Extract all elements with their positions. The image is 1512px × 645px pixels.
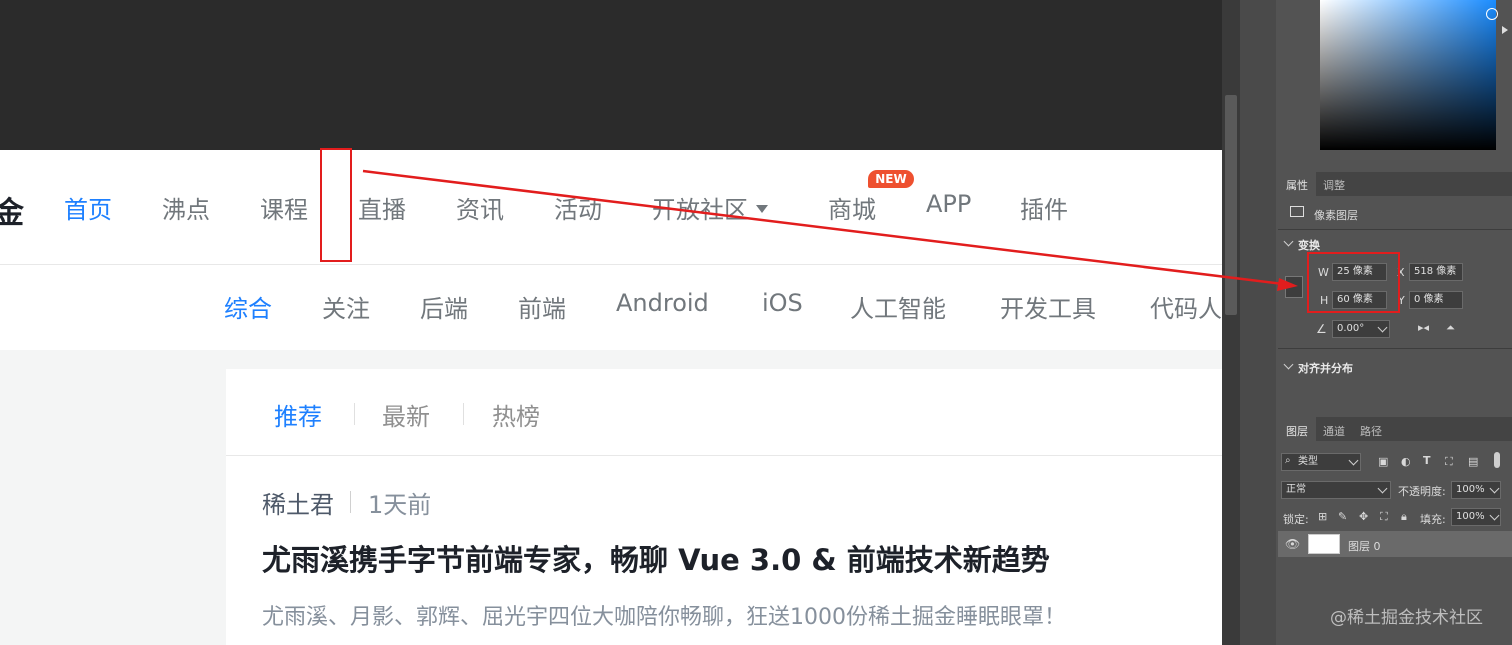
nav-item-plugins[interactable]: 插件 bbox=[1020, 190, 1068, 225]
tab-latest[interactable]: 最新 bbox=[382, 397, 430, 432]
category-devtools[interactable]: 开发工具 bbox=[1000, 289, 1096, 324]
blend-mode-select[interactable]: 正常 bbox=[1281, 481, 1391, 499]
panel-divider bbox=[1278, 229, 1512, 230]
tab-channels[interactable]: 通道 bbox=[1323, 423, 1345, 439]
tab-hot[interactable]: 热榜 bbox=[492, 397, 540, 432]
transform-section-title[interactable]: 变换 bbox=[1298, 237, 1320, 253]
article-feed: 推荐 最新 热榜 稀土君 1天前 尤雨溪携手字节前端专家，畅聊 Vue 3.0 … bbox=[226, 369, 1222, 645]
flip-horizontal-icon[interactable]: ▸◂ bbox=[1418, 321, 1429, 334]
meta-divider bbox=[350, 491, 351, 513]
tab-layers[interactable]: 图层 bbox=[1286, 423, 1308, 439]
category-nav: 综合 关注 后端 前端 Android iOS 人工智能 开发工具 代码人 bbox=[0, 265, 1222, 350]
lock-all-icon[interactable]: 🔒︎ bbox=[1401, 510, 1407, 524]
layer-type-label: 像素图层 bbox=[1314, 209, 1358, 222]
nav-item-events[interactable]: 活动 bbox=[554, 190, 602, 225]
article-abstract[interactable]: 尤雨溪、月影、郭辉、屈光宇四位大咖陪你畅聊，狂送1000份稀土掘金睡眠眼罩！ bbox=[262, 599, 1066, 631]
align-section-title[interactable]: 对齐并分布 bbox=[1298, 360, 1353, 376]
filter-smart-object-icon[interactable]: ▤ bbox=[1468, 455, 1478, 468]
tab-paths[interactable]: 路径 bbox=[1360, 423, 1382, 439]
web-page: 金 首页 沸点 课程 直播 资讯 活动 开放社区 商城 NEW APP 插件 综… bbox=[0, 150, 1222, 645]
category-backend[interactable]: 后端 bbox=[420, 289, 468, 324]
eye-icon[interactable]: 👁︎ bbox=[1285, 537, 1300, 551]
tab-divider bbox=[463, 403, 464, 425]
fill-label: 填充: bbox=[1420, 513, 1446, 526]
scrollbar-thumb[interactable] bbox=[1225, 95, 1237, 315]
nav-item-live[interactable]: 直播 bbox=[358, 190, 406, 225]
pixel-layer-icon bbox=[1290, 206, 1304, 217]
caret-down-icon bbox=[756, 205, 768, 213]
nav-item-home[interactable]: 首页 bbox=[64, 190, 112, 225]
annotation-highlight-box bbox=[1307, 252, 1400, 313]
hue-slider-marker[interactable] bbox=[1502, 26, 1508, 34]
layer-filter-select[interactable]: 类型 bbox=[1281, 453, 1361, 471]
site-logo[interactable]: 金 bbox=[0, 188, 24, 232]
main-nav: 金 首页 沸点 课程 直播 资讯 活动 开放社区 商城 NEW APP 插件 bbox=[0, 150, 1222, 265]
lock-position-icon[interactable]: ✥ bbox=[1359, 510, 1368, 523]
lock-transparent-icon[interactable]: ⊞ bbox=[1318, 510, 1327, 523]
watermark: @稀土掘金技术社区 bbox=[1330, 608, 1483, 628]
filter-toggle-icon[interactable] bbox=[1494, 452, 1500, 468]
link-icon[interactable] bbox=[1285, 276, 1303, 298]
category-all[interactable]: 综合 bbox=[224, 289, 272, 324]
category-ai[interactable]: 人工智能 bbox=[850, 289, 946, 324]
layer-name[interactable]: 图层 0 bbox=[1348, 538, 1381, 554]
filter-adjustment-icon[interactable]: ◐ bbox=[1401, 455, 1411, 468]
nav-item-app[interactable]: APP bbox=[926, 190, 971, 218]
article-time: 1天前 bbox=[368, 491, 432, 519]
y-field[interactable]: 0 像素 bbox=[1409, 291, 1463, 309]
tab-adjustments[interactable]: 调整 bbox=[1323, 177, 1345, 193]
lock-artboard-icon[interactable]: ⛶ bbox=[1380, 510, 1388, 524]
nav-item-open-community-label: 开放社区 bbox=[652, 196, 748, 224]
new-badge: NEW bbox=[868, 170, 914, 188]
category-frontend[interactable]: 前端 bbox=[518, 289, 566, 324]
category-following[interactable]: 关注 bbox=[322, 289, 370, 324]
lock-pixels-icon[interactable]: ✎ bbox=[1338, 510, 1347, 523]
tab-properties[interactable]: 属性 bbox=[1286, 177, 1308, 193]
annotation-selection-box bbox=[320, 148, 352, 262]
panel-divider bbox=[1278, 348, 1512, 349]
nav-item-open-community[interactable]: 开放社区 bbox=[652, 190, 768, 225]
category-ios[interactable]: iOS bbox=[762, 289, 803, 317]
layer-thumbnail bbox=[1308, 534, 1340, 554]
filter-shape-icon[interactable]: ⛶ bbox=[1445, 455, 1453, 469]
opacity-label: 不透明度: bbox=[1398, 485, 1446, 498]
angle-icon: ∠ bbox=[1316, 322, 1327, 336]
x-field[interactable]: 518 像素 bbox=[1409, 263, 1463, 281]
search-icon: ⌕ bbox=[1285, 455, 1291, 466]
tab-recommended[interactable]: 推荐 bbox=[274, 397, 322, 432]
color-picker-field[interactable] bbox=[1320, 0, 1496, 150]
nav-item-courses[interactable]: 课程 bbox=[260, 190, 308, 225]
nav-item-pins[interactable]: 沸点 bbox=[162, 190, 210, 225]
article-author[interactable]: 稀土君 bbox=[262, 485, 334, 520]
category-coder[interactable]: 代码人 bbox=[1150, 289, 1222, 324]
ps-panel-strip bbox=[1240, 0, 1276, 645]
tab-divider bbox=[354, 403, 355, 425]
feed-tabs: 推荐 最新 热榜 bbox=[226, 369, 1222, 456]
flip-vertical-icon[interactable]: ⏶ bbox=[1446, 321, 1455, 335]
filter-pixel-icon[interactable]: ▣ bbox=[1378, 455, 1388, 468]
nav-item-shop[interactable]: 商城 bbox=[828, 190, 876, 225]
article-title[interactable]: 尤雨溪携手字节前端专家，畅聊 Vue 3.0 & 前端技术新趋势 bbox=[262, 537, 1050, 579]
filter-type-icon[interactable]: T bbox=[1423, 454, 1431, 467]
canvas-dark-area bbox=[0, 0, 1222, 150]
lock-label: 锁定: bbox=[1283, 513, 1309, 526]
category-android[interactable]: Android bbox=[616, 289, 709, 317]
nav-item-news[interactable]: 资讯 bbox=[456, 190, 504, 225]
color-picker-handle[interactable] bbox=[1486, 8, 1498, 20]
